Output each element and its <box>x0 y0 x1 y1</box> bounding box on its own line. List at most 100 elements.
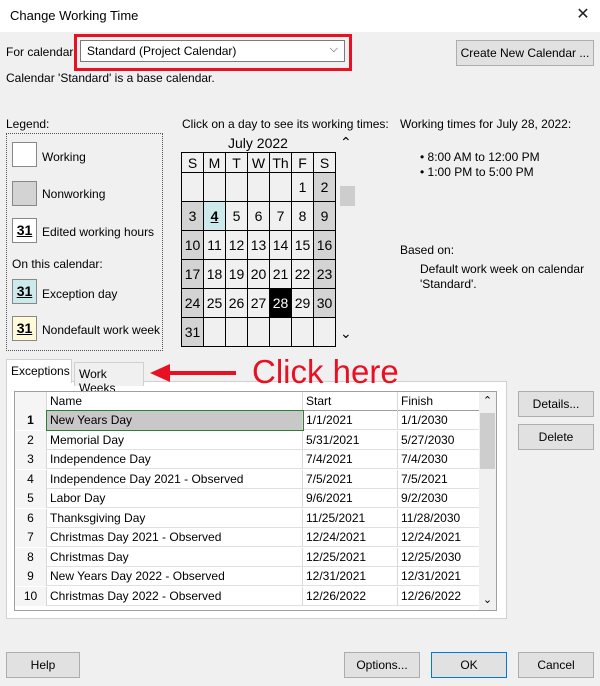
options-button[interactable]: Options... <box>344 652 420 678</box>
exception-start[interactable]: 12/25/2021 <box>303 547 398 567</box>
exception-finish[interactable]: 5/27/2030 <box>398 430 481 450</box>
header-finish[interactable]: Finish <box>398 392 481 411</box>
table-scrollbar[interactable]: ⌃ ⌄ <box>479 392 496 610</box>
table-row[interactable]: 8 Christmas Day 12/25/2021 12/25/2030 <box>15 547 481 567</box>
details-button[interactable]: Details... <box>518 391 594 417</box>
calendar-day[interactable]: 4 <box>203 201 226 231</box>
calendar-day[interactable]: 27 <box>247 288 270 318</box>
exception-name[interactable]: Independence Day <box>47 450 303 469</box>
row-number: 6 <box>15 508 47 528</box>
calendar-scroll-thumb[interactable] <box>340 186 355 206</box>
table-row[interactable]: 5 Labor Day 9/6/2021 9/2/2030 <box>15 489 481 508</box>
calendar-day[interactable]: 13 <box>247 230 270 260</box>
table-row[interactable]: 1 New Years Day 1/1/2021 1/1/2030 <box>15 410 481 431</box>
weekday-header: S <box>181 152 204 173</box>
working-times-title: Working times for July 28, 2022: <box>400 117 572 131</box>
delete-button[interactable]: Delete <box>518 424 594 450</box>
calendar-day[interactable]: 29 <box>291 288 314 318</box>
calendar-day[interactable]: 20 <box>247 259 270 289</box>
calendar-empty-cell <box>225 172 248 202</box>
row-number: 10 <box>15 586 47 606</box>
calendar-day[interactable]: 17 <box>181 259 204 289</box>
table-row[interactable]: 10 Christmas Day 2022 - Observed 12/26/202… <box>15 586 481 606</box>
exception-finish[interactable]: 12/26/2022 <box>398 586 481 606</box>
exception-name[interactable]: Thanksgiving Day <box>47 508 303 528</box>
working-swatch <box>12 142 37 167</box>
table-row[interactable]: 3 Independence Day 7/4/2021 7/4/2030 <box>15 450 481 469</box>
exception-name[interactable]: Christmas Day <box>47 547 303 567</box>
exception-name[interactable]: Christmas Day 2021 - Observed <box>47 528 303 547</box>
exception-start[interactable]: 12/24/2021 <box>303 528 398 547</box>
exception-finish[interactable]: 7/5/2021 <box>398 469 481 489</box>
exception-finish[interactable]: 1/1/2030 <box>398 411 481 430</box>
calendar-day[interactable]: 7 <box>269 201 292 231</box>
header-name[interactable]: Name <box>47 392 303 411</box>
exception-finish[interactable]: 12/24/2021 <box>398 528 481 547</box>
exception-name[interactable]: Christmas Day 2022 - Observed <box>47 586 303 606</box>
exception-start[interactable]: 1/1/2021 <box>303 411 398 430</box>
calendar-day[interactable]: 22 <box>291 259 314 289</box>
calendar-day[interactable]: 19 <box>225 259 248 289</box>
exception-finish[interactable]: 12/31/2021 <box>398 567 481 586</box>
calendar-day[interactable]: 9 <box>313 201 336 231</box>
table-row[interactable]: 7 Christmas Day 2021 - Observed 12/24/2021… <box>15 528 481 547</box>
table-row[interactable]: 9 New Years Day 2022 - Observed 12/31/2021… <box>15 567 481 586</box>
calendar-empty-cell <box>225 317 248 347</box>
calendar-day[interactable]: 3 <box>181 201 204 231</box>
exception-name[interactable]: Memorial Day <box>47 430 303 450</box>
exception-start[interactable]: 7/5/2021 <box>303 469 398 489</box>
calendar-day[interactable]: 25 <box>203 288 226 318</box>
calendar-day[interactable]: 10 <box>181 230 204 260</box>
scroll-down-icon[interactable]: ⌄ <box>479 593 496 606</box>
calendar-day[interactable]: 26 <box>225 288 248 318</box>
calendar-day[interactable]: 1 <box>291 172 314 202</box>
calendar-day[interactable]: 2 <box>313 172 336 202</box>
calendar-day[interactable]: 31 <box>181 317 204 347</box>
calendar-day[interactable]: 18 <box>203 259 226 289</box>
cancel-button[interactable]: Cancel <box>518 652 594 678</box>
exception-finish[interactable]: 12/25/2030 <box>398 547 481 567</box>
exception-name[interactable]: New Years Day 2022 - Observed <box>47 567 303 586</box>
exception-start[interactable]: 7/4/2021 <box>303 450 398 469</box>
calendar-day[interactable]: 21 <box>269 259 292 289</box>
calendar-empty-cell <box>203 172 226 202</box>
exception-start[interactable]: 11/25/2021 <box>303 508 398 528</box>
table-row[interactable]: 2 Memorial Day 5/31/2021 5/27/2030 <box>15 430 481 450</box>
close-icon[interactable]: ✕ <box>571 4 595 26</box>
calendar-day[interactable]: 12 <box>225 230 248 260</box>
exception-name[interactable]: Independence Day 2021 - Observed <box>47 469 303 489</box>
tab-exceptions[interactable]: Exceptions <box>6 359 72 383</box>
calendar-select[interactable]: Standard (Project Calendar) ⌵ <box>80 40 345 62</box>
table-row[interactable]: 4 Independence Day 2021 - Observed 7/5/202… <box>15 469 481 489</box>
exception-finish[interactable]: 9/2/2030 <box>398 489 481 508</box>
ok-button[interactable]: OK <box>431 652 507 678</box>
calendar-day[interactable]: 11 <box>203 230 226 260</box>
calendar-day[interactable]: 14 <box>269 230 292 260</box>
calendar-day[interactable]: 24 <box>181 288 204 318</box>
calendar-day[interactable]: 23 <box>313 259 336 289</box>
help-button[interactable]: Help <box>6 652 80 678</box>
calendar-day[interactable]: 30 <box>313 288 336 318</box>
exception-name[interactable]: Labor Day <box>47 489 303 508</box>
calendar-day[interactable]: 28 <box>269 288 292 318</box>
calendar-scroll-up-icon[interactable]: ⌃ <box>340 134 352 151</box>
tab-work-weeks[interactable]: Work Weeks <box>74 362 144 395</box>
exception-start[interactable]: 9/6/2021 <box>303 489 398 508</box>
scroll-up-icon[interactable]: ⌃ <box>479 394 496 407</box>
exception-finish[interactable]: 11/28/2030 <box>398 508 481 528</box>
create-new-calendar-button[interactable]: Create New Calendar ... <box>456 40 594 66</box>
exception-start[interactable]: 12/31/2021 <box>303 567 398 586</box>
calendar-day[interactable]: 5 <box>225 201 248 231</box>
exception-finish[interactable]: 7/4/2030 <box>398 450 481 469</box>
table-scroll-thumb[interactable] <box>480 413 495 469</box>
header-start[interactable]: Start <box>303 392 398 411</box>
exception-start[interactable]: 12/26/2022 <box>303 586 398 606</box>
table-row[interactable]: 6 Thanksgiving Day 11/25/2021 11/28/2030 <box>15 508 481 528</box>
calendar-day[interactable]: 16 <box>313 230 336 260</box>
exception-start[interactable]: 5/31/2021 <box>303 430 398 450</box>
calendar-day[interactable]: 8 <box>291 201 314 231</box>
exception-name[interactable]: New Years Day <box>46 410 304 431</box>
calendar-day[interactable]: 15 <box>291 230 314 260</box>
calendar-scroll-down-icon[interactable]: ⌄ <box>340 325 352 342</box>
calendar-day[interactable]: 6 <box>247 201 270 231</box>
